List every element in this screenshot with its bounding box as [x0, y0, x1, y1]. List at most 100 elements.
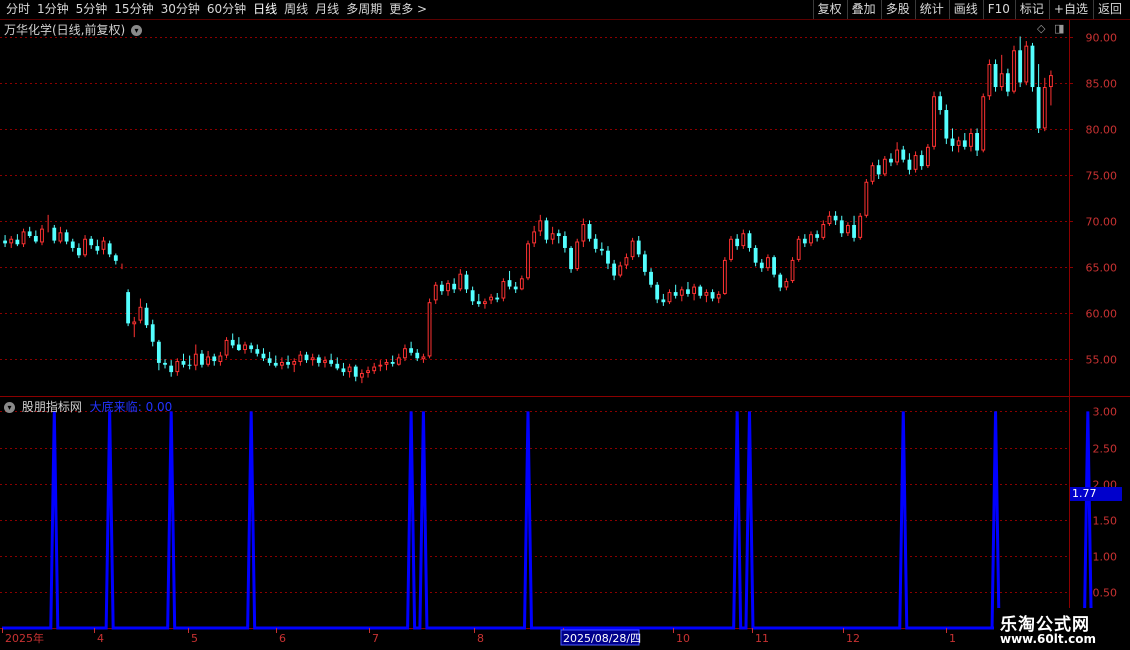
candle[interactable] [452, 278, 457, 294]
toolbar-button-5[interactable]: F10 [988, 1, 1010, 17]
candle[interactable] [1030, 42, 1035, 92]
candle[interactable] [944, 104, 949, 145]
period-tab-10[interactable]: 更多 > [389, 1, 427, 17]
candle[interactable] [882, 156, 887, 177]
candle[interactable] [298, 350, 303, 366]
candle[interactable] [126, 289, 131, 327]
candle[interactable] [796, 236, 801, 262]
candle[interactable] [962, 133, 967, 150]
candle[interactable] [925, 144, 930, 168]
candle[interactable] [852, 215, 856, 242]
candle[interactable] [304, 351, 309, 363]
candle[interactable] [83, 235, 87, 258]
candle[interactable] [476, 293, 481, 307]
candle[interactable] [95, 239, 100, 255]
candle[interactable] [581, 218, 586, 248]
candle[interactable] [827, 211, 832, 226]
candle[interactable] [870, 162, 875, 185]
candle[interactable] [267, 351, 272, 366]
candle[interactable] [163, 359, 167, 369]
candle[interactable] [599, 242, 604, 256]
candle[interactable] [606, 246, 610, 270]
candle[interactable] [495, 293, 500, 303]
toolbar-button-4[interactable]: 画线 [954, 1, 978, 17]
candle[interactable] [292, 358, 297, 373]
candle[interactable] [538, 214, 543, 237]
toolbar-button-0[interactable]: 复权 [818, 1, 842, 17]
candle[interactable] [9, 236, 14, 248]
candle[interactable] [513, 281, 518, 294]
candle[interactable] [243, 341, 247, 354]
candle[interactable] [722, 257, 727, 295]
candle[interactable] [206, 350, 211, 367]
candle[interactable] [950, 128, 955, 152]
candle[interactable] [876, 159, 881, 179]
candle[interactable] [427, 298, 432, 359]
candle[interactable] [747, 230, 752, 252]
candle[interactable] [969, 128, 973, 152]
candle[interactable] [993, 59, 998, 92]
candle[interactable] [458, 269, 463, 292]
candle[interactable] [200, 350, 204, 368]
candle[interactable] [729, 236, 733, 262]
candle[interactable] [33, 230, 38, 244]
candle[interactable] [858, 213, 863, 240]
candle[interactable] [981, 93, 986, 153]
candle[interactable] [1018, 36, 1023, 88]
candle[interactable] [987, 59, 992, 100]
chevron-down-icon[interactable]: ▾ [4, 402, 15, 413]
candle[interactable] [772, 255, 776, 278]
candle[interactable] [76, 243, 81, 259]
candle[interactable] [895, 142, 900, 166]
candle[interactable] [624, 253, 629, 270]
candle[interactable] [421, 353, 426, 363]
candle[interactable] [58, 226, 63, 244]
signal-series[interactable] [2, 411, 1130, 630]
toolbar-button-3[interactable]: 统计 [920, 1, 944, 17]
candle[interactable] [575, 238, 580, 271]
candle[interactable] [766, 254, 770, 271]
candle[interactable] [636, 236, 641, 258]
chevron-down-icon[interactable]: ▾ [131, 25, 143, 36]
candle[interactable] [52, 224, 57, 244]
period-tab-3[interactable]: 15分钟 [114, 1, 153, 17]
candle[interactable] [403, 344, 407, 362]
candle[interactable] [107, 240, 112, 258]
candle[interactable] [815, 230, 820, 242]
candle[interactable] [655, 281, 660, 304]
period-tab-9[interactable]: 多周期 [346, 1, 382, 17]
candle[interactable] [390, 355, 395, 367]
candle[interactable] [901, 145, 906, 163]
candle[interactable] [144, 303, 149, 328]
candle[interactable] [323, 356, 327, 368]
candle[interactable] [230, 333, 235, 349]
candle[interactable] [218, 351, 223, 366]
candle[interactable] [735, 234, 740, 250]
candle[interactable] [396, 353, 401, 366]
candle[interactable] [784, 278, 789, 291]
candle[interactable] [821, 220, 826, 240]
candle[interactable] [384, 359, 389, 371]
candle[interactable] [833, 211, 838, 225]
candle[interactable] [661, 293, 666, 306]
candle[interactable] [759, 258, 764, 272]
candle[interactable] [698, 284, 703, 299]
candle[interactable] [113, 253, 118, 265]
candle[interactable] [778, 272, 783, 292]
candle[interactable] [89, 236, 94, 249]
candle[interactable] [21, 228, 26, 248]
candle[interactable] [1049, 70, 1053, 106]
window-toggle-icon[interactable]: ◨ [1054, 22, 1064, 35]
period-tab-7[interactable]: 周线 [284, 1, 308, 17]
candle[interactable] [642, 250, 647, 276]
candle[interactable] [956, 136, 961, 153]
toolbar-button-8[interactable]: 返回 [1098, 1, 1122, 17]
candle[interactable] [353, 364, 358, 382]
candle[interactable] [169, 360, 174, 377]
candle[interactable] [612, 259, 617, 281]
candle[interactable] [501, 278, 506, 302]
toolbar-button-6[interactable]: 标记 [1020, 1, 1044, 17]
candle[interactable] [212, 353, 217, 366]
candle[interactable] [40, 224, 44, 246]
candle[interactable] [138, 298, 143, 324]
